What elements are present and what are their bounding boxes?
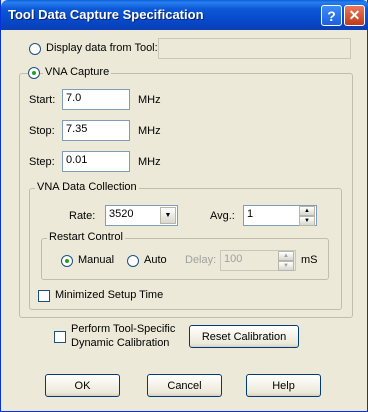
perform-calibration-label-line1: Perform Tool-Specific [71,323,176,335]
help-button[interactable]: Help [246,374,321,397]
ok-button[interactable]: OK [45,374,120,397]
avg-spin-down[interactable]: ▼ [299,216,315,226]
rate-value: 3520 [109,208,134,220]
stop-frequency-input[interactable]: 7.35 [62,120,130,141]
delay-label: Delay: [185,254,217,266]
delay-spin-down[interactable]: ▼ [278,261,294,271]
step-frequency-input[interactable]: 0.01 [62,151,130,172]
auto-label: Auto [144,254,167,266]
close-icon: ✕ [348,7,361,23]
rate-label: Rate: [69,210,96,222]
cancel-button[interactable]: Cancel [147,374,222,397]
display-from-tool-label: Display data from Tool: [46,42,158,54]
arrow-down-icon: ▼ [304,218,310,224]
tool-name-field[interactable] [158,38,351,59]
title-bar[interactable]: Tool Data Capture Specification ? ✕ [1,0,368,30]
rate-dropdown-button[interactable]: ▼ [160,207,176,224]
start-unit: MHz [138,94,161,106]
minimized-setup-label: Minimized Setup Time [55,289,164,301]
avg-label: Avg.: [210,210,235,222]
minimized-setup-checkbox[interactable] [38,290,50,302]
reset-calibration-button[interactable]: Reset Calibration [189,325,299,348]
step-label: Step: [29,156,55,168]
start-label: Start: [29,94,56,106]
help-title-button[interactable]: ? [321,5,342,26]
close-title-button[interactable]: ✕ [344,5,365,26]
chevron-down-icon: ▼ [164,212,172,219]
manual-radio[interactable] [61,255,73,267]
arrow-down-icon: ▼ [283,263,289,269]
perform-calibration-checkbox[interactable] [54,331,66,343]
stop-unit: MHz [138,125,161,137]
restart-control-title: Restart Control [47,231,125,243]
step-unit: MHz [138,156,161,168]
arrow-up-icon: ▲ [304,208,310,214]
perform-calibration-label-line2: Dynamic Calibration [71,337,170,349]
dialog-window: Tool Data Capture Specification ? ✕ Disp… [0,0,368,412]
manual-label: Manual [78,254,115,266]
delay-unit: mS [301,254,318,266]
window-title: Tool Data Capture Specification [8,7,204,22]
avg-spin-up[interactable]: ▲ [299,206,315,216]
auto-radio[interactable] [127,255,139,267]
vna-capture-label: VNA Capture [43,66,112,78]
data-collection-title: VNA Data Collection [35,181,139,193]
delay-spin-up[interactable]: ▲ [278,251,294,261]
arrow-up-icon: ▲ [283,253,289,259]
stop-label: Stop: [29,125,55,137]
question-mark-icon: ? [327,7,336,24]
display-from-tool-radio[interactable] [29,43,41,55]
vna-capture-radio[interactable] [28,67,40,79]
start-frequency-input[interactable]: 7.0 [62,89,130,110]
